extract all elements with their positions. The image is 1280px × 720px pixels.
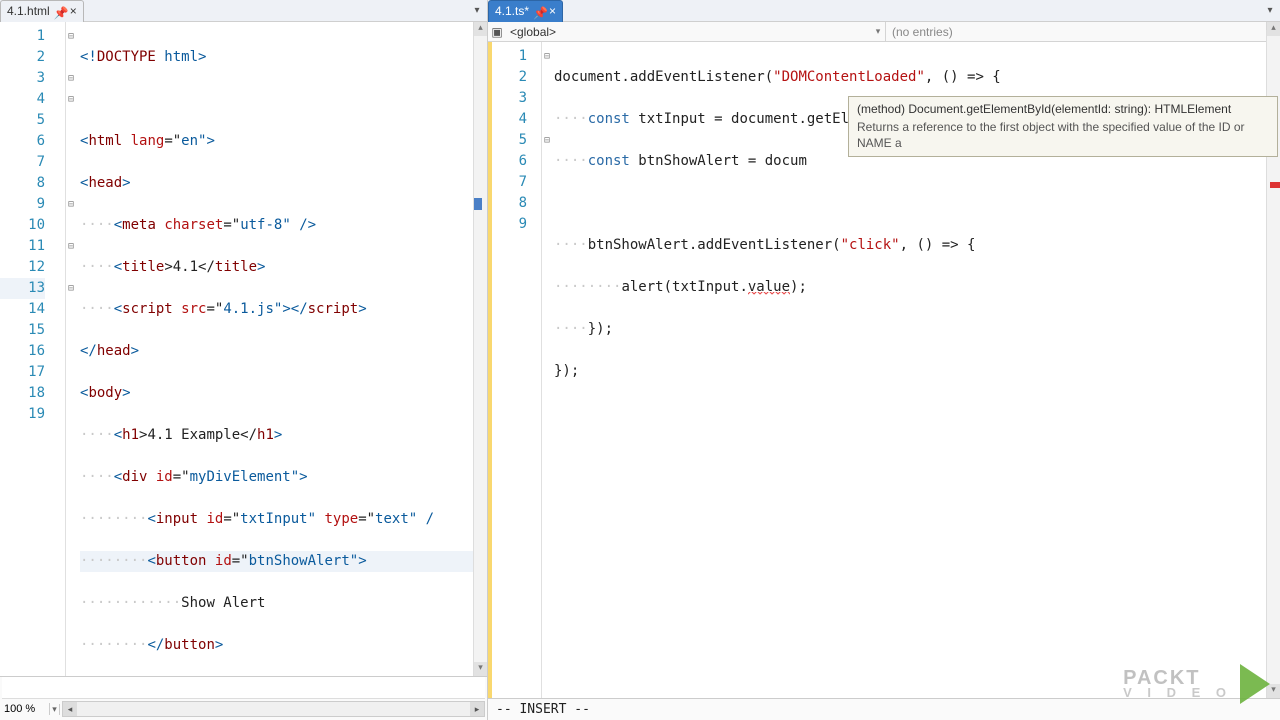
tab-4-1-html[interactable]: 4.1.html 📌 ×: [0, 0, 84, 22]
close-icon[interactable]: ×: [549, 5, 556, 17]
tooltip-description: Returns a reference to the first object …: [857, 119, 1269, 151]
scope-icon[interactable]: ▣: [488, 25, 506, 39]
play-icon: [1240, 664, 1270, 704]
search-slot[interactable]: [2, 677, 485, 699]
left-tabbar: 4.1.html 📌 × ▾: [0, 0, 487, 22]
right-tabbar: 4.1.ts* 📌 × ▾: [488, 0, 1280, 22]
caret-indicator: [474, 198, 482, 210]
tab-overflow-dropdown[interactable]: ▾: [1264, 5, 1276, 17]
scroll-up-icon[interactable]: ▴: [474, 22, 487, 36]
scroll-right-icon[interactable]: ▸: [470, 702, 484, 716]
vim-mode: -- INSERT --: [496, 702, 590, 717]
left-code[interactable]: <!DOCTYPE html> <html lang="en"> <head> …: [66, 22, 487, 676]
left-gutter: 1 2 3 4 5 6 7 8 9 10 11 12 13 14 15 16 1…: [0, 22, 66, 676]
pin-icon[interactable]: 📌: [54, 6, 64, 16]
close-icon[interactable]: ×: [70, 5, 77, 17]
nav-bar: ▣ <global> ▾ (no entries): [488, 22, 1280, 42]
zoom-level[interactable]: 100 %: [0, 703, 50, 715]
left-statusbar: 100 % ▾ ◂ ▸: [0, 676, 487, 720]
pin-icon[interactable]: 📌: [533, 6, 543, 16]
tooltip-signature: (method) Document.getElementById(element…: [857, 101, 1269, 117]
packt-watermark: PACKT V I D E O: [1123, 664, 1270, 704]
intellisense-tooltip: (method) Document.getElementById(element…: [848, 96, 1278, 157]
scroll-up-icon[interactable]: ▴: [1267, 22, 1280, 36]
left-editor-pane: 4.1.html 📌 × ▾ 1 2 3 4 5 6 7 8 9 10 11 1…: [0, 0, 488, 720]
tab-overflow-dropdown[interactable]: ▾: [471, 5, 483, 17]
zoom-dropdown-icon[interactable]: ▾: [50, 704, 60, 715]
scroll-down-icon[interactable]: ▾: [474, 662, 487, 676]
right-gutter: 1 2 3 4 5 6 7 8 9: [488, 42, 542, 698]
scope-selector[interactable]: <global>: [506, 25, 871, 39]
tab-4-1-ts[interactable]: 4.1.ts* 📌 ×: [488, 0, 563, 22]
left-editor[interactable]: 1 2 3 4 5 6 7 8 9 10 11 12 13 14 15 16 1…: [0, 22, 487, 676]
tab-label: 4.1.ts*: [495, 4, 529, 18]
error-squiggle: value: [748, 279, 790, 295]
chevron-down-icon[interactable]: ▾: [871, 26, 885, 37]
tab-label: 4.1.html: [7, 4, 50, 18]
member-selector[interactable]: (no entries): [886, 25, 1280, 39]
error-marker[interactable]: [1270, 182, 1280, 188]
left-scrollbar[interactable]: ▴ ▾: [473, 22, 487, 676]
horizontal-scrollbar[interactable]: ◂ ▸: [62, 701, 485, 717]
scroll-left-icon[interactable]: ◂: [63, 702, 77, 716]
